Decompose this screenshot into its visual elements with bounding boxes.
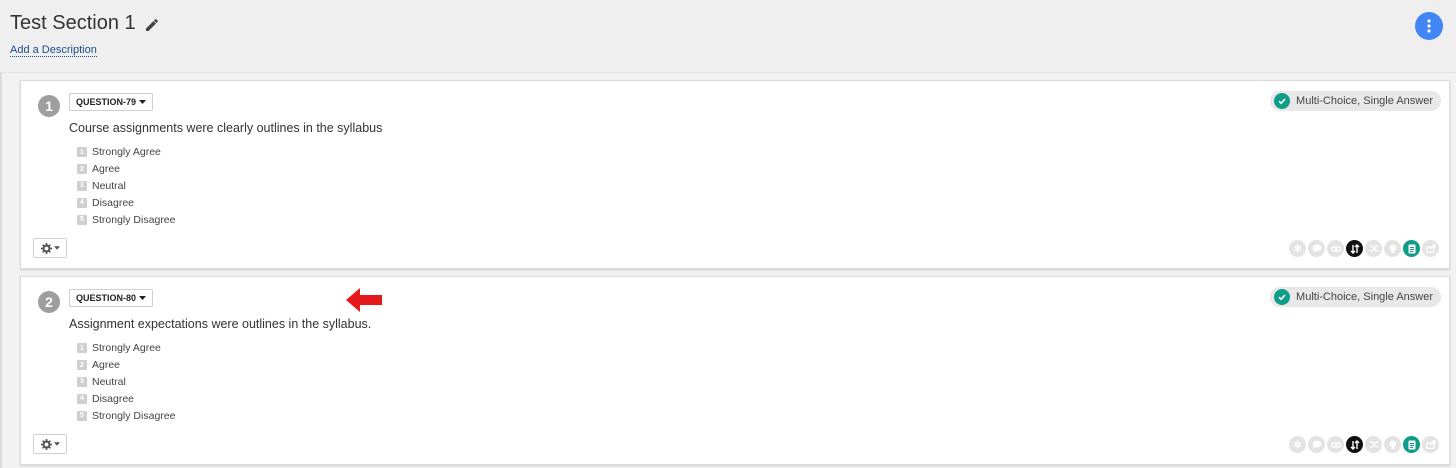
lightbulb-icon[interactable] xyxy=(1384,436,1401,453)
answer-number: 3 xyxy=(77,180,87,191)
section-title-row: Test Section 1 xyxy=(10,12,160,35)
question-number: 1 xyxy=(38,95,60,117)
answer-item: 3 Neutral xyxy=(77,374,175,391)
answer-number: 5 xyxy=(77,214,87,225)
answer-label: Disagree xyxy=(92,196,135,209)
question-type-label: Multi-Choice, Single Answer xyxy=(1296,291,1433,303)
answer-label: Neutral xyxy=(92,375,126,388)
check-circle-icon xyxy=(1274,289,1291,305)
question-id-dropdown[interactable]: QUESTION-79 xyxy=(69,93,154,111)
gear-icon xyxy=(40,438,52,450)
answer-label: Agree xyxy=(92,163,121,176)
comment-icon[interactable] xyxy=(1308,436,1325,453)
answer-label: Disagree xyxy=(92,392,135,405)
answer-label: Strongly Disagree xyxy=(92,409,176,422)
answer-number: 1 xyxy=(77,343,87,354)
export-icon[interactable] xyxy=(1422,436,1439,453)
answer-item: 5 Strongly Disagree xyxy=(77,211,175,228)
sort-icon[interactable] xyxy=(1346,240,1363,257)
document-icon[interactable] xyxy=(1403,436,1420,453)
link-icon[interactable] xyxy=(1327,436,1344,453)
question-option-toggles xyxy=(1289,240,1439,257)
answer-list: 1 Strongly Agree 2 Agree 3 Neutral 4 Disagre… xyxy=(77,340,175,424)
check-circle-icon xyxy=(1274,93,1291,109)
sort-icon[interactable] xyxy=(1346,436,1363,453)
answer-number: 4 xyxy=(77,393,87,404)
kebab-icon xyxy=(1427,19,1431,33)
question-number: 2 xyxy=(38,291,60,313)
comment-icon[interactable] xyxy=(1308,240,1325,257)
caret-down-icon xyxy=(139,296,147,300)
answer-item: 2 Agree xyxy=(77,357,175,374)
caret-down-icon xyxy=(139,100,147,104)
shuffle-icon[interactable] xyxy=(1365,240,1382,257)
more-options-button[interactable] xyxy=(1415,12,1443,40)
export-icon[interactable] xyxy=(1422,240,1439,257)
section-title: Test Section 1 xyxy=(10,12,136,34)
answer-item: 1 Strongly Agree xyxy=(77,340,175,357)
answer-label: Strongly Agree xyxy=(92,146,161,159)
question-type-label: Multi-Choice, Single Answer xyxy=(1296,95,1433,107)
question-text: Assignment expectations were outlines in… xyxy=(69,317,372,331)
answer-item: 4 Disagree xyxy=(77,194,175,211)
question-settings-button[interactable] xyxy=(33,238,67,258)
answer-number: 3 xyxy=(77,376,87,387)
shuffle-icon[interactable] xyxy=(1365,436,1382,453)
question-id-label: QUESTION-79 xyxy=(76,97,137,107)
left-rule xyxy=(0,72,2,468)
caret-down-icon xyxy=(53,442,60,446)
question-id-dropdown[interactable]: QUESTION-80 xyxy=(69,289,154,307)
answer-label: Strongly Disagree xyxy=(92,213,176,226)
question-settings-button[interactable] xyxy=(33,434,67,454)
answer-label: Neutral xyxy=(92,179,126,192)
question-id-label: QUESTION-80 xyxy=(76,293,137,303)
question-type-badge: Multi-Choice, Single Answer xyxy=(1270,91,1441,111)
question-card: 1 QUESTION-79 Course assignments were cl… xyxy=(20,80,1450,269)
caret-down-icon xyxy=(53,246,60,250)
answer-list: 1 Strongly Agree 2 Agree 3 Neutral 4 Disagre… xyxy=(77,144,175,228)
question-text: Course assignments were clearly outlines… xyxy=(69,121,383,135)
answer-label: Agree xyxy=(92,359,121,372)
answer-number: 4 xyxy=(77,197,87,208)
answer-item: 3 Neutral xyxy=(77,178,175,195)
answer-number: 5 xyxy=(77,410,87,421)
asterisk-icon[interactable] xyxy=(1289,240,1306,257)
section-header: Test Section 1 Add a Description xyxy=(0,0,1456,73)
answer-number: 2 xyxy=(77,164,87,175)
answer-item: 1 Strongly Agree xyxy=(77,144,175,161)
question-option-toggles xyxy=(1289,436,1439,453)
gear-icon xyxy=(40,242,52,254)
answer-number: 2 xyxy=(77,360,87,371)
question-card: 2 QUESTION-80 Assignment expectations we… xyxy=(20,276,1450,465)
link-icon[interactable] xyxy=(1327,240,1344,257)
answer-item: 2 Agree xyxy=(77,161,175,178)
pencil-icon[interactable] xyxy=(144,16,160,32)
lightbulb-icon[interactable] xyxy=(1384,240,1401,257)
document-icon[interactable] xyxy=(1403,240,1420,257)
answer-number: 1 xyxy=(77,147,87,158)
add-description-link[interactable]: Add a Description xyxy=(10,44,97,57)
red-arrow-annotation xyxy=(346,288,382,312)
answer-label: Strongly Agree xyxy=(92,342,161,355)
asterisk-icon[interactable] xyxy=(1289,436,1306,453)
answer-item: 5 Strongly Disagree xyxy=(77,407,175,424)
answer-item: 4 Disagree xyxy=(77,390,175,407)
question-type-badge: Multi-Choice, Single Answer xyxy=(1270,287,1441,307)
